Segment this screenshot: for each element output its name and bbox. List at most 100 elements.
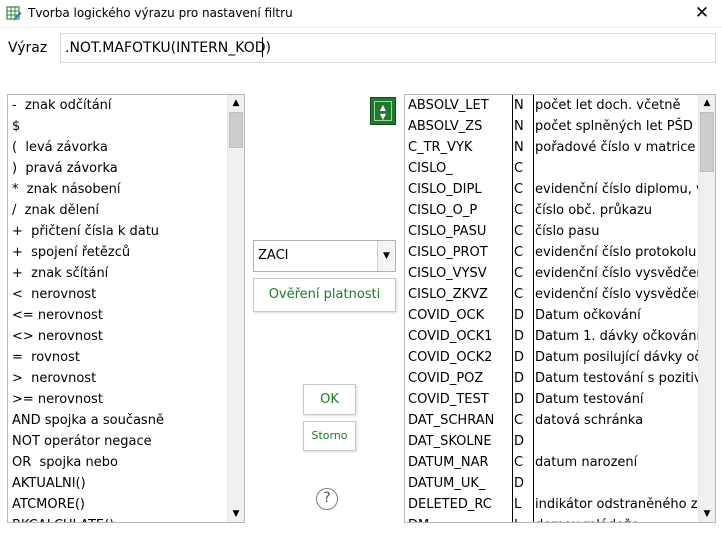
field-description: pořadové číslo v matrice [535,140,696,155]
expression-input[interactable] [60,33,716,63]
table-row[interactable]: DELETED_RC Lindikátor odstraněného za [405,494,699,515]
field-type: C [514,455,524,470]
field-type: L [514,497,522,512]
field-name: COVID_OCK [408,308,485,323]
table-row[interactable]: ABSOLV_LET Npočet let doch. včetně [405,95,699,116]
field-type: D [514,329,525,344]
table-row[interactable]: COVID_OCK2 D Datum posilující dávky oč [405,347,699,368]
help-icon[interactable]: ? [316,488,338,510]
field-name: COVID_POZ [408,371,484,386]
field-description: evidenční číslo vysvědčen [535,287,699,302]
list-item[interactable]: OR spojka nebo [8,452,228,473]
field-name: DATUM_NAR [408,455,489,470]
table-row[interactable]: CISLO_ C [405,158,699,179]
scroll-thumb[interactable] [229,112,243,148]
field-name: DATUM_UK_ [408,476,486,491]
table-row[interactable]: ABSOLV_ZS Npočet splněných let PŠD n [405,116,699,137]
field-description: počet let doch. včetně [535,98,681,113]
list-item[interactable]: < nerovnost [8,284,228,305]
field-name: DAT_SKOLNE [408,434,492,449]
field-description: indikátor odstraněného za [535,497,699,512]
window-title: Tvorba logického výrazu pro nastavení fi… [28,6,293,20]
storno-button[interactable]: Storno [303,421,356,451]
list-item[interactable]: + přičtení čísla k datu [8,221,228,242]
operator-list-scrollbar[interactable]: ▲ ▼ [227,95,244,522]
field-type: D [514,392,525,407]
list-item[interactable]: NOT operátor negace [8,431,228,452]
list-item[interactable]: ( levá závorka [8,137,228,158]
list-item[interactable]: ) pravá závorka [8,158,228,179]
table-select[interactable]: ZACI ▼ [253,240,396,272]
list-item[interactable]: = rovnost [8,347,228,368]
operator-list[interactable]: - znak odčítání $( levá závorka) pravá zá… [7,94,245,523]
list-item[interactable]: AND spojka a současně [8,410,228,431]
column-separator [512,95,513,522]
table-row[interactable]: DAT_SKOLNE D [405,431,699,452]
list-item[interactable]: AKTUALNI() [8,473,228,494]
list-item[interactable]: $ [8,116,228,137]
scroll-down-icon[interactable]: ▼ [699,506,715,522]
table-row[interactable]: COVID_POZ D Datum testování s pozitiv [405,368,699,389]
table-row[interactable]: COVID_OCK1 D Datum 1. dávky očkování [405,326,699,347]
field-type: N [514,98,524,113]
field-name: CISLO_PASU [408,224,487,239]
field-name: CISLO_PROT [408,245,488,260]
field-description: datum narození [535,455,638,470]
table-row[interactable]: CISLO_PROT Cevidenční číslo protokolu [405,242,699,263]
field-list[interactable]: ABSOLV_LET Npočet let doch. včetně ABSOLV_… [404,94,716,523]
list-item[interactable]: * znak násobení [8,179,228,200]
table-row[interactable]: CISLO_PASU Cčíslo pasu [405,221,699,242]
verify-button[interactable]: Ověření platnosti [253,278,396,312]
field-description: datová schránka [535,413,644,428]
field-type: C [514,413,524,428]
field-name: CISLO_O_P [408,203,478,218]
list-item[interactable]: + znak sčítání [8,263,228,284]
field-description: číslo pasu [535,224,600,239]
ok-button[interactable]: OK [303,384,356,415]
table-row[interactable]: CISLO_DIPL Cevidenční číslo diplomu, v [405,179,699,200]
list-item[interactable]: ATCMORE() [8,494,228,515]
list-item[interactable]: <= nerovnost [8,305,228,326]
field-type: C [514,266,524,281]
list-item[interactable]: <> nerovnost [8,326,228,347]
sort-toggle-button[interactable]: ▲ ▼ [370,97,396,125]
table-row[interactable]: CISLO_VYSV Cevidenční číslo vysvědčen [405,263,699,284]
field-type: D [514,434,525,449]
table-row[interactable]: DATUM_NAR Cdatum narození [405,452,699,473]
table-row[interactable]: COVID_OCK D Datum očkování [405,305,699,326]
field-type: D [514,476,525,491]
field-name: ABSOLV_ZS [408,119,483,134]
table-row[interactable]: DATUM_UK_ D [405,473,699,494]
table-row[interactable]: CISLO_ZKVZ Cevidenční číslo vysvědčen [405,284,699,305]
field-name: ABSOLV_LET [408,98,489,113]
table-row[interactable]: DAT_SCHRAN Cdatová schránka [405,410,699,431]
field-type: C [514,245,524,260]
list-item[interactable]: + spojení řetězců [8,242,228,263]
field-description: evidenční číslo diplomu, v [535,182,699,197]
list-item[interactable]: >= nerovnost [8,389,228,410]
scroll-down-icon[interactable]: ▼ [228,506,244,522]
table-row[interactable]: CISLO_O_P Cčíslo obč. průkazu [405,200,699,221]
table-row[interactable]: DMLdomov mládeže [405,515,699,522]
scroll-thumb[interactable] [700,112,714,172]
chevron-up-down-icon: ▲ ▼ [374,101,392,121]
field-name: COVID_OCK1 [408,329,493,344]
field-description: číslo obč. průkazu [535,203,653,218]
field-name: C_TR_VYK [408,140,473,155]
field-type: C [514,224,524,239]
scroll-up-icon[interactable]: ▲ [699,95,715,111]
field-type: L [514,515,532,522]
chevron-down-icon[interactable]: ▼ [377,241,395,271]
field-description: Datum testování s pozitiv [535,371,699,386]
list-item[interactable]: > nerovnost [8,368,228,389]
list-item[interactable]: BKCALCULATE() [8,515,228,522]
field-name: COVID_OCK2 [408,350,493,365]
field-name: CISLO_ZKVZ [408,287,488,302]
close-button[interactable]: ✕ [682,0,722,28]
list-item[interactable]: - znak odčítání [8,95,228,116]
table-row[interactable]: C_TR_VYK Npořadové číslo v matrice [405,137,699,158]
table-row[interactable]: COVID_TEST D Datum testování [405,389,699,410]
field-list-scrollbar[interactable]: ▲ ▼ [698,95,715,522]
list-item[interactable]: / znak dělení [8,200,228,221]
scroll-up-icon[interactable]: ▲ [228,95,244,111]
